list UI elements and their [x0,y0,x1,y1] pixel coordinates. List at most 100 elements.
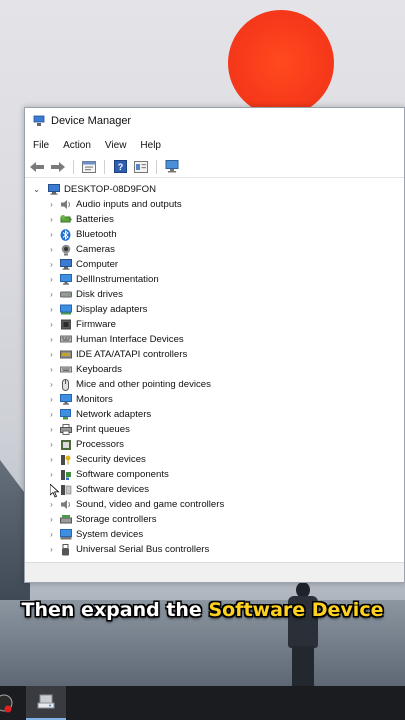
chevron-right-icon[interactable]: › [47,455,56,464]
device-category-label: Cameras [76,244,115,255]
keyboard-icon [59,364,72,376]
chevron-right-icon[interactable]: › [47,290,56,299]
chevron-right-icon[interactable]: › [47,500,56,509]
ide-icon [59,349,72,361]
device-category-label: Audio inputs and outputs [76,199,182,210]
device-category-label: Disk drives [76,289,123,300]
device-category-15[interactable]: › Print queues [25,422,404,437]
chevron-right-icon[interactable]: › [47,425,56,434]
scan-hardware-icon[interactable] [164,160,180,174]
chevron-right-icon[interactable]: › [47,410,56,419]
monitor-icon [59,274,72,286]
device-category-0[interactable]: › Audio inputs and outputs [25,197,404,212]
hid-icon [59,334,72,346]
device-category-label: Mice and other pointing devices [76,379,211,390]
chevron-right-icon[interactable]: › [47,395,56,404]
device-category-22[interactable]: › System devices [25,527,404,542]
caption-prefix: Then expand the [21,599,209,621]
chevron-right-icon[interactable]: › [47,440,56,449]
device-category-label: IDE ATA/ATAPI controllers [76,349,188,360]
device-category-label: Sound, video and game controllers [76,499,225,510]
help-icon[interactable]: ? [112,160,128,174]
disk-icon [59,289,72,301]
chevron-right-icon[interactable]: › [47,350,56,359]
device-category-17[interactable]: › Security devices [25,452,404,467]
chevron-right-icon[interactable]: › [47,515,56,524]
chevron-right-icon[interactable]: › [47,230,56,239]
chevron-right-icon[interactable]: › [47,470,56,479]
device-category-label: Software components [76,469,169,480]
device-category-16[interactable]: › Processors [25,437,404,452]
toolbar-separator [104,159,105,174]
device-category-1[interactable]: › Batteries [25,212,404,227]
device-category-6[interactable]: › Disk drives [25,287,404,302]
device-category-label: Batteries [76,214,114,225]
device-category-23[interactable]: › Universal Serial Bus controllers [25,542,404,557]
system-icon [59,529,72,541]
status-bar [25,562,404,582]
back-icon[interactable] [29,160,45,174]
chevron-down-icon[interactable]: ⌄ [32,185,41,194]
menu-help[interactable]: Help [140,140,161,151]
sun [228,10,334,116]
device-category-19[interactable]: ›Software devices [25,482,404,497]
device-category-9[interactable]: › Human Interface Devices [25,332,404,347]
device-category-label: Human Interface Devices [76,334,184,345]
update-driver-icon[interactable] [133,160,149,174]
device-category-12[interactable]: › Mice and other pointing devices [25,377,404,392]
device-category-label: Monitors [76,394,113,405]
device-category-label: Software devices [76,484,150,495]
device-category-label: Processors [76,439,124,450]
device-category-18[interactable]: › Software components [25,467,404,482]
menu-view[interactable]: View [105,140,127,151]
device-category-13[interactable]: › Monitors [25,392,404,407]
toolbar-separator [156,159,157,174]
properties-icon[interactable] [81,160,97,174]
title-bar[interactable]: Device Manager [25,108,404,134]
device-category-14[interactable]: › Network adapters [25,407,404,422]
svg-text:?: ? [117,162,123,172]
root-label: DESKTOP-08D9FON [64,184,157,195]
device-category-2[interactable]: › Bluetooth [25,227,404,242]
device-category-10[interactable]: › IDE ATA/ATAPI controllers [25,347,404,362]
tree-root[interactable]: ⌄ DESKTOP-08D9FON [25,182,404,197]
chevron-right-icon[interactable]: › [47,530,56,539]
menu-action[interactable]: Action [63,140,91,151]
device-category-11[interactable]: › Keyboards [25,362,404,377]
chevron-right-icon[interactable]: › [47,260,56,269]
chevron-right-icon[interactable]: › [47,545,56,554]
taskbar-app-record[interactable] [0,686,18,720]
chevron-right-icon[interactable]: › [47,215,56,224]
chevron-right-icon[interactable]: › [47,275,56,284]
bluetooth-icon [59,228,72,241]
device-category-20[interactable]: › Sound, video and game controllers [25,497,404,512]
device-category-21[interactable]: › Storage controllers [25,512,404,527]
device-category-8[interactable]: › Firmware [25,317,404,332]
toolbar: ? [25,156,404,178]
taskbar-app-device-manager[interactable] [26,686,66,720]
chevron-right-icon[interactable]: › [47,200,56,209]
software-device-icon [59,484,72,496]
chevron-right-icon[interactable]: › [47,245,56,254]
device-category-label: Bluetooth [76,229,117,240]
forward-icon[interactable] [50,160,66,174]
software-component-icon [59,469,72,481]
chevron-right-icon[interactable]: › [47,365,56,374]
chevron-right-icon[interactable]: › [47,320,56,329]
menu-file[interactable]: File [33,140,49,151]
chevron-right-icon[interactable]: › [47,305,56,314]
device-category-5[interactable]: › DellInstrumentation [25,272,404,287]
device-manager-window: Device Manager File Action View Help ? ⌄… [24,107,405,583]
chevron-right-icon[interactable]: › [47,335,56,344]
chevron-right-icon[interactable]: › [47,380,56,389]
device-category-4[interactable]: › Computer [25,257,404,272]
device-category-label: System devices [76,529,144,540]
device-category-label: Keyboards [76,364,122,375]
taskbar [0,686,405,720]
device-category-7[interactable]: › Display adapters [25,302,404,317]
storage-icon [59,514,72,526]
monitor-icon [59,394,72,406]
camera-icon [59,244,72,256]
device-category-3[interactable]: › Cameras [25,242,404,257]
device-category-label: Display adapters [76,304,148,315]
